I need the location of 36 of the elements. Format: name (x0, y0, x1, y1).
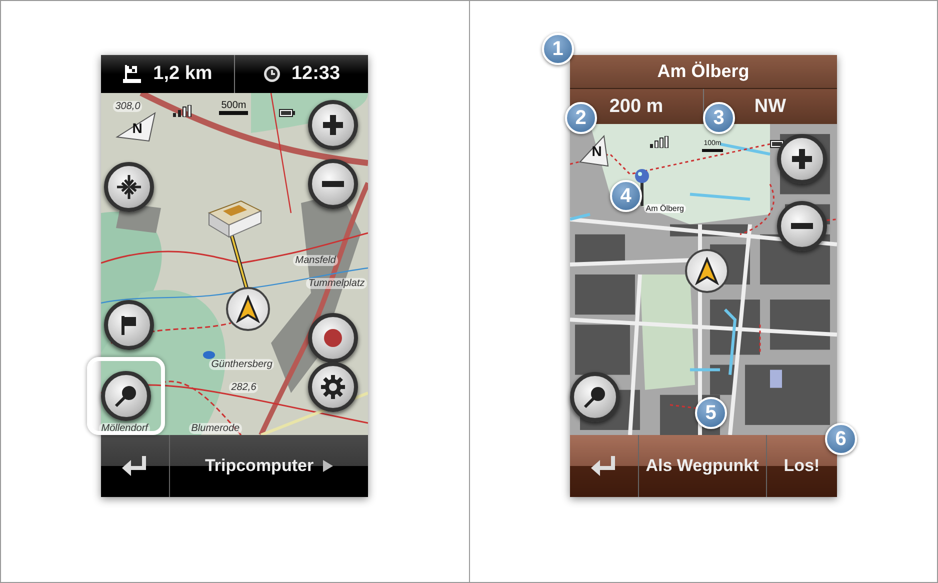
place-label: 308,0 (113, 101, 142, 112)
direction-value: NW (754, 96, 786, 118)
battery-icon (770, 140, 786, 148)
place-label: 282,6 (229, 382, 258, 393)
place-label: Blumerode (189, 423, 242, 434)
place-title: Am Ölberg (657, 61, 750, 82)
place-label: Tummelplatz (306, 278, 367, 289)
place-label: Günthersberg (209, 359, 274, 370)
minus-icon (790, 223, 813, 229)
place-label: Möllendorf (99, 423, 150, 434)
time-value: 12:33 (291, 63, 340, 85)
lake-drawing (203, 351, 216, 359)
signal-icon (650, 136, 670, 148)
gear-icon (320, 374, 346, 400)
building (770, 300, 830, 350)
building (574, 324, 630, 375)
callout-number: 1 (542, 33, 574, 65)
distance-value: 1,2 km (153, 63, 212, 85)
signal-icon (173, 105, 194, 117)
battery-icon (279, 109, 296, 117)
place-label: Mansfeld (293, 255, 338, 266)
street-label: Am Ölberg (644, 204, 686, 213)
distance-value: 200 m (609, 96, 664, 118)
action-button[interactable]: Als Wegpunkt (638, 435, 766, 497)
navigation-arrow-icon (236, 295, 260, 323)
flag-icon (123, 65, 144, 83)
callout-number: 2 (564, 102, 597, 134)
minus-icon (322, 181, 344, 187)
search-icon (582, 384, 608, 410)
clock-icon (263, 65, 282, 83)
arrows-inward-icon (116, 174, 142, 200)
building (574, 274, 635, 315)
navigation-arrow-icon (694, 257, 719, 285)
right-arrow-icon (322, 459, 334, 473)
scale-bar: 500m (219, 100, 248, 115)
record-icon (322, 327, 344, 349)
